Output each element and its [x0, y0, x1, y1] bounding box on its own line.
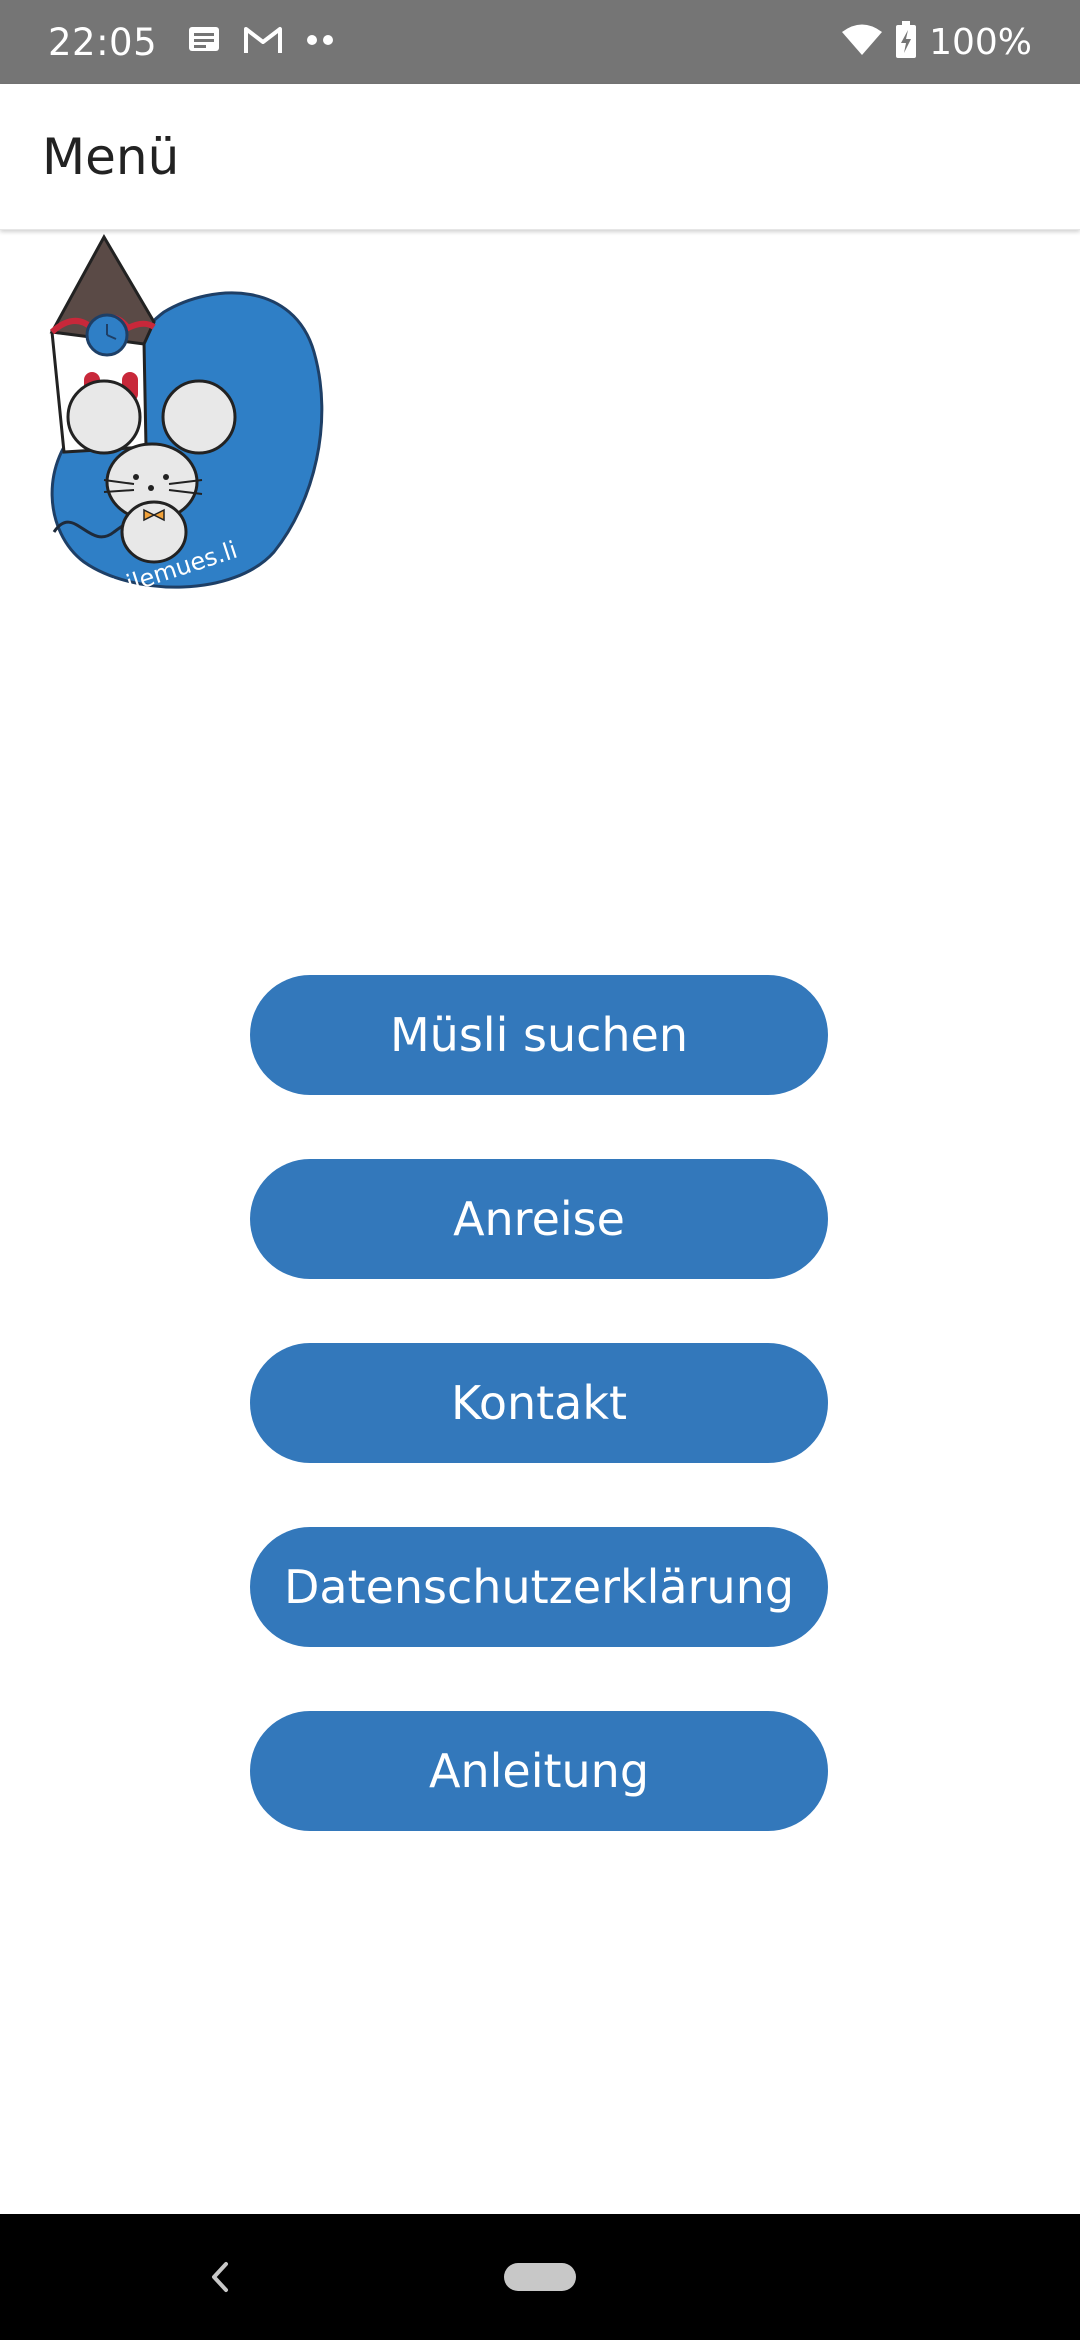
directions-button[interactable]: Anreise: [250, 1159, 828, 1279]
page-title: Menü: [42, 128, 180, 186]
contact-button[interactable]: Kontakt: [250, 1343, 828, 1463]
status-time: 22:05: [48, 20, 158, 64]
back-icon[interactable]: [200, 2252, 240, 2302]
search-muesli-button[interactable]: Müsli suchen: [250, 975, 828, 1095]
instructions-button[interactable]: Anleitung: [250, 1711, 828, 1831]
privacy-policy-button[interactable]: Datenschutzerklärung: [250, 1527, 828, 1647]
gmail-icon: [243, 25, 283, 60]
system-nav-bar: [0, 2214, 1080, 2340]
status-right: 100%: [841, 20, 1032, 64]
app-bar: Menü: [0, 84, 1080, 230]
home-pill-icon[interactable]: [504, 2263, 576, 2291]
battery-charging-icon: [895, 20, 917, 64]
wifi-icon: [841, 24, 883, 61]
status-bar: 22:05 100%: [0, 0, 1080, 84]
battery-percentage: 100%: [929, 21, 1032, 63]
more-dots-icon: [305, 33, 335, 51]
main-menu: Müsli suchen Anreise Kontakt Datenschutz…: [250, 975, 828, 1895]
notification-icons: [187, 25, 335, 60]
chilemues-logo: chilemues.li: [44, 232, 324, 607]
message-icon: [187, 25, 221, 60]
